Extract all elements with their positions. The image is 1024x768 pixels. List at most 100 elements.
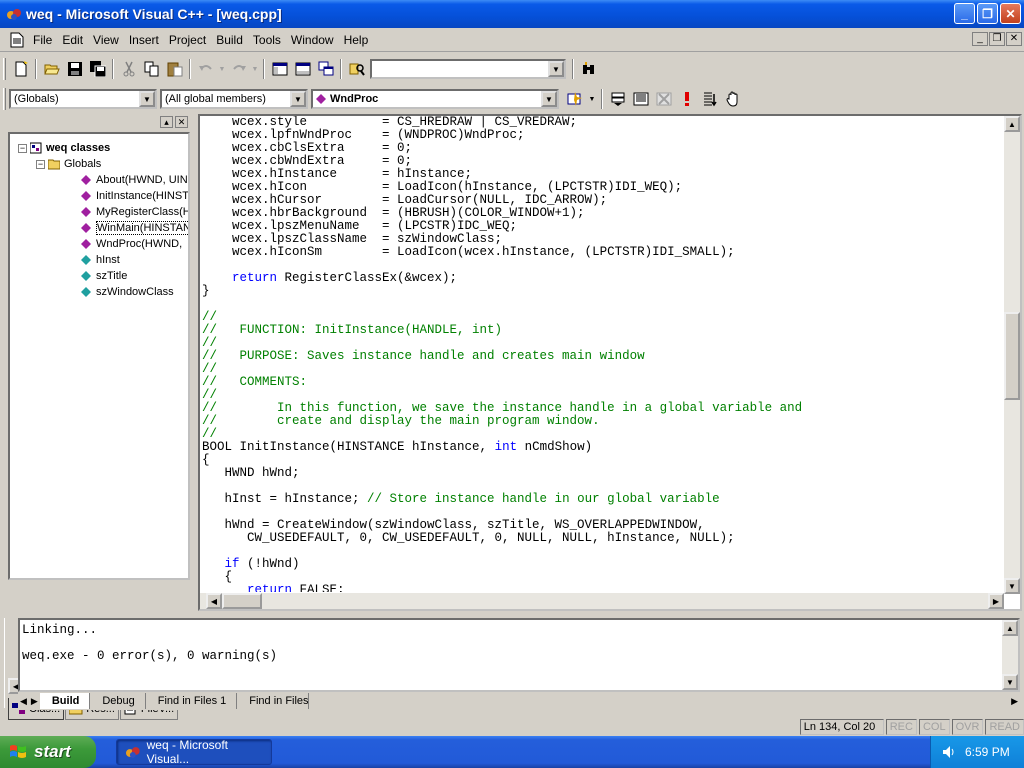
mdi-restore-button[interactable]: ❐ bbox=[989, 32, 1005, 46]
redo-button[interactable] bbox=[227, 58, 250, 80]
workspace-button[interactable] bbox=[268, 58, 291, 80]
menu-file[interactable]: File bbox=[28, 33, 57, 47]
start-button[interactable]: start bbox=[0, 736, 96, 768]
scroll-left-icon[interactable]: ◀ bbox=[206, 593, 222, 609]
speaker-icon[interactable] bbox=[941, 744, 957, 760]
collapse-icon[interactable]: − bbox=[18, 143, 27, 153]
tree-item[interactable]: szTitle bbox=[80, 268, 127, 284]
function-icon bbox=[81, 207, 91, 217]
find-in-files-button[interactable] bbox=[345, 58, 368, 80]
wizardbar-action-dropdown-icon[interactable]: ▼ bbox=[586, 88, 598, 110]
output-vscrollbar[interactable]: ▲ ▼ bbox=[1002, 620, 1018, 690]
execute-button[interactable] bbox=[675, 88, 698, 110]
editor-hscroll-thumb[interactable] bbox=[222, 593, 262, 609]
pane-restore-button[interactable]: ▴ bbox=[160, 116, 173, 128]
scroll-down-icon[interactable]: ▼ bbox=[1002, 674, 1018, 690]
mdi-minimize-button[interactable]: _ bbox=[972, 32, 988, 46]
editor-vscrollbar[interactable]: ▲ ▼ bbox=[1004, 116, 1020, 594]
class-tree: − weq classes − Globals About(HWND, UIN … bbox=[8, 132, 190, 580]
menu-build[interactable]: Build bbox=[211, 33, 248, 47]
save-all-button[interactable] bbox=[86, 58, 109, 80]
mdi-close-button[interactable]: ✕ bbox=[1006, 32, 1022, 46]
members-combo[interactable]: (All global members) ▼ bbox=[160, 89, 308, 109]
clock[interactable]: 6:59 PM bbox=[965, 745, 1010, 759]
code-text[interactable]: wcex.style = CS_HREDRAW | CS_VREDRAW; wc… bbox=[202, 116, 1002, 592]
tab-build[interactable]: Build bbox=[39, 693, 91, 709]
breakpoint-button[interactable] bbox=[721, 88, 744, 110]
tree-item[interactable]: MyRegisterClass(H bbox=[80, 204, 188, 220]
tree-root-label: weq classes bbox=[46, 142, 111, 154]
menu-project[interactable]: Project bbox=[164, 33, 211, 47]
undo-dropdown-icon[interactable]: ▼ bbox=[217, 58, 227, 80]
tree-item[interactable]: WndProc(HWND, bbox=[80, 236, 182, 252]
scroll-up-icon[interactable]: ▲ bbox=[1004, 116, 1020, 132]
cut-button[interactable] bbox=[117, 58, 140, 80]
go-button[interactable] bbox=[698, 88, 721, 110]
output-text-area[interactable]: Linking... weq.exe - 0 error(s), 0 warni… bbox=[18, 618, 1020, 692]
new-text-file-button[interactable] bbox=[9, 58, 32, 80]
taskbar-window-button[interactable]: weq - Microsoft Visual... bbox=[116, 738, 272, 766]
menu-window[interactable]: Window bbox=[286, 33, 339, 47]
paste-button[interactable] bbox=[163, 58, 186, 80]
menu-help[interactable]: Help bbox=[339, 33, 374, 47]
save-button[interactable] bbox=[63, 58, 86, 80]
scope-dropdown-icon[interactable]: ▼ bbox=[139, 91, 155, 107]
find-button[interactable] bbox=[577, 58, 600, 80]
scroll-right-icon[interactable]: ▶ bbox=[1007, 696, 1022, 707]
pane-close-button[interactable]: ✕ bbox=[175, 116, 188, 128]
tab-debug[interactable]: Debug bbox=[90, 693, 146, 709]
menu-view[interactable]: View bbox=[88, 33, 124, 47]
tab-find-in-files-2[interactable]: Find in Files 2 bbox=[237, 693, 310, 709]
scope-combo[interactable]: (Globals) ▼ bbox=[9, 89, 157, 109]
code-area[interactable]: wcex.style = CS_HREDRAW | CS_VREDRAW; wc… bbox=[202, 116, 1002, 592]
wizardbar-action-button[interactable] bbox=[563, 88, 586, 110]
compile-button[interactable] bbox=[606, 88, 629, 110]
window-list-button[interactable] bbox=[314, 58, 337, 80]
document-icon[interactable] bbox=[10, 32, 24, 48]
redo-dropdown-icon[interactable]: ▼ bbox=[250, 58, 260, 80]
tree-item[interactable]: InitInstance(HINST bbox=[80, 188, 188, 204]
find-in-files-icon bbox=[349, 63, 365, 76]
wizardbar-grip[interactable] bbox=[3, 88, 6, 110]
undo-button[interactable] bbox=[194, 58, 217, 80]
function-combo[interactable]: WndProc ▼ bbox=[311, 89, 559, 109]
editor-hscrollbar[interactable]: ◀ ▶ bbox=[200, 593, 1004, 609]
tree-item[interactable]: szWindowClass bbox=[80, 284, 174, 300]
system-tray: 6:59 PM bbox=[930, 736, 1024, 768]
tab-find-in-files-1[interactable]: Find in Files 1 bbox=[146, 693, 238, 709]
tree-item-selected[interactable]: WinMain(HINSTAN bbox=[80, 220, 188, 236]
minimize-button[interactable]: _ bbox=[954, 3, 975, 24]
editor-vscroll-thumb[interactable] bbox=[1004, 312, 1020, 400]
build-button[interactable] bbox=[629, 88, 652, 110]
code-editor[interactable]: wcex.style = CS_HREDRAW | CS_VREDRAW; wc… bbox=[198, 114, 1022, 611]
output-button[interactable] bbox=[291, 58, 314, 80]
status-read: READ bbox=[985, 719, 1024, 735]
scroll-down-icon[interactable]: ▼ bbox=[1004, 578, 1020, 594]
output-grip[interactable] bbox=[4, 618, 16, 708]
toolbar-grip[interactable] bbox=[3, 58, 6, 80]
tree-item[interactable]: hInst bbox=[80, 252, 120, 268]
title-bar: weq - Microsoft Visual C++ - [weq.cpp] _… bbox=[0, 0, 1024, 28]
wizard-action-icon bbox=[567, 92, 582, 106]
close-button[interactable]: ✕ bbox=[1000, 3, 1021, 24]
function-dropdown-icon[interactable]: ▼ bbox=[541, 91, 557, 107]
members-dropdown-icon[interactable]: ▼ bbox=[290, 91, 306, 107]
tree-folder-globals[interactable]: − Globals bbox=[36, 156, 101, 172]
menu-tools[interactable]: Tools bbox=[248, 33, 286, 47]
tab-scroll-last-icon[interactable]: ▶ bbox=[29, 696, 40, 707]
tree-item[interactable]: About(HWND, UIN bbox=[80, 172, 188, 188]
stop-build-button[interactable] bbox=[652, 88, 675, 110]
maximize-button[interactable]: ❐ bbox=[977, 3, 998, 24]
menu-edit[interactable]: Edit bbox=[57, 33, 88, 47]
scroll-up-icon[interactable]: ▲ bbox=[1002, 620, 1018, 636]
find-combo-dropdown-icon[interactable]: ▼ bbox=[548, 61, 564, 77]
find-combo[interactable]: ▼ bbox=[370, 59, 566, 79]
scroll-right-icon[interactable]: ▶ bbox=[988, 593, 1004, 609]
tree-root[interactable]: − weq classes bbox=[18, 140, 110, 156]
open-button[interactable] bbox=[40, 58, 63, 80]
menu-insert[interactable]: Insert bbox=[124, 33, 164, 47]
compile-icon bbox=[611, 92, 624, 106]
tab-scroll-first-icon[interactable]: ◀ bbox=[18, 696, 29, 707]
copy-button[interactable] bbox=[140, 58, 163, 80]
collapse-icon[interactable]: − bbox=[36, 159, 45, 169]
